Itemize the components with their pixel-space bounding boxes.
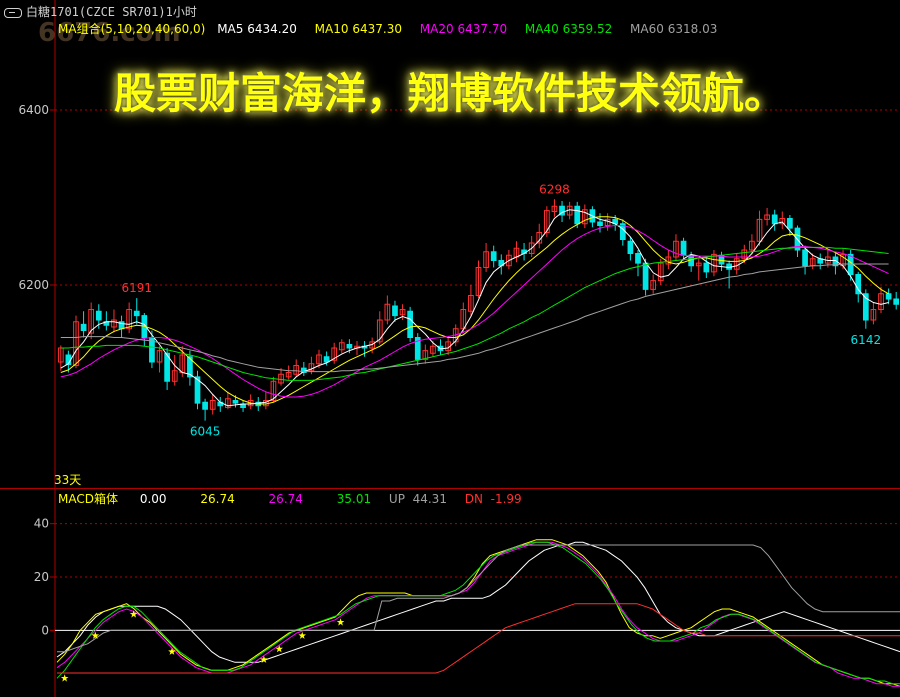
candle-body	[787, 218, 793, 229]
macd-dn-value: -1.99	[490, 492, 522, 506]
right_low-annotation: 6142	[851, 333, 882, 347]
ma20-label: MA20	[419, 22, 454, 36]
ma10-value: 6437.30	[352, 22, 402, 36]
low-annotation: 6045	[190, 425, 221, 439]
candle-body	[680, 240, 687, 256]
candle-body	[490, 251, 497, 261]
candle-body	[802, 249, 808, 267]
candle-body	[635, 253, 641, 264]
slogan-banner: 股票财富海洋，翔博软件技术领航。	[113, 69, 786, 118]
candle-body	[627, 240, 634, 254]
ma5-label: MA5	[217, 22, 244, 36]
high-annotation: 6298	[539, 182, 570, 196]
ma10-label: MA10	[314, 22, 349, 36]
candle-body	[133, 310, 140, 317]
candle-body	[893, 298, 900, 305]
candle-body	[202, 401, 208, 410]
macd-value-3: 35.01	[336, 492, 372, 506]
candle-body	[597, 221, 603, 226]
ma60-value: 6318.03	[667, 22, 718, 36]
ma-legend: MA组合(5,10,20,40,60,0) MA5 6434.20 MA10 6…	[58, 20, 717, 37]
candle-body	[885, 293, 892, 300]
ma40-value: 6359.52	[562, 22, 613, 36]
macd-tick-label: 0	[41, 623, 49, 637]
macd-name: MACD箱体	[58, 492, 118, 506]
macd-dn-label: DN	[464, 492, 483, 506]
macd-up-label: UP	[388, 492, 405, 506]
candle-body	[392, 305, 398, 317]
macd-value-1: 26.74	[200, 492, 235, 506]
left_high-annotation: 6191	[121, 281, 152, 295]
ma40-label: MA40	[524, 22, 559, 36]
candle-body	[232, 400, 239, 404]
candle-body	[95, 310, 102, 321]
macd-legend: MACD箱体 0.00 26.74 26.74 35.01 UP 44.31 D…	[58, 490, 522, 507]
window-title-bar: 白糖1701(CZCE SR701)1小时	[4, 3, 197, 20]
candle-body	[346, 344, 353, 349]
candle-body	[642, 262, 649, 290]
candle-body	[323, 356, 330, 363]
ma60-label: MA60	[630, 22, 664, 36]
candle-body	[574, 205, 581, 225]
period-label: 33天	[54, 473, 82, 487]
candle-body	[407, 310, 414, 338]
ma-group-label: MA组合(5,10,20,40,60,0)	[58, 22, 206, 36]
candle-body	[80, 323, 87, 331]
macd-value-2: 26.74	[268, 492, 303, 506]
macd-tick-label: 40	[34, 517, 49, 531]
macd-tick-label: 20	[34, 570, 49, 584]
macd-up-value: 44.31	[412, 492, 447, 506]
chain-link-icon[interactable]	[4, 7, 22, 18]
candle-body	[703, 262, 710, 273]
instrument-title: 白糖1701(CZCE SR701)1小时	[26, 5, 197, 19]
ma5-value: 6434.20	[247, 22, 297, 36]
macd-value-0: 0.00	[139, 492, 167, 506]
ma20-value: 6437.70	[457, 22, 508, 36]
candle-body	[771, 214, 778, 225]
price-tick-label: 6200	[18, 278, 49, 292]
